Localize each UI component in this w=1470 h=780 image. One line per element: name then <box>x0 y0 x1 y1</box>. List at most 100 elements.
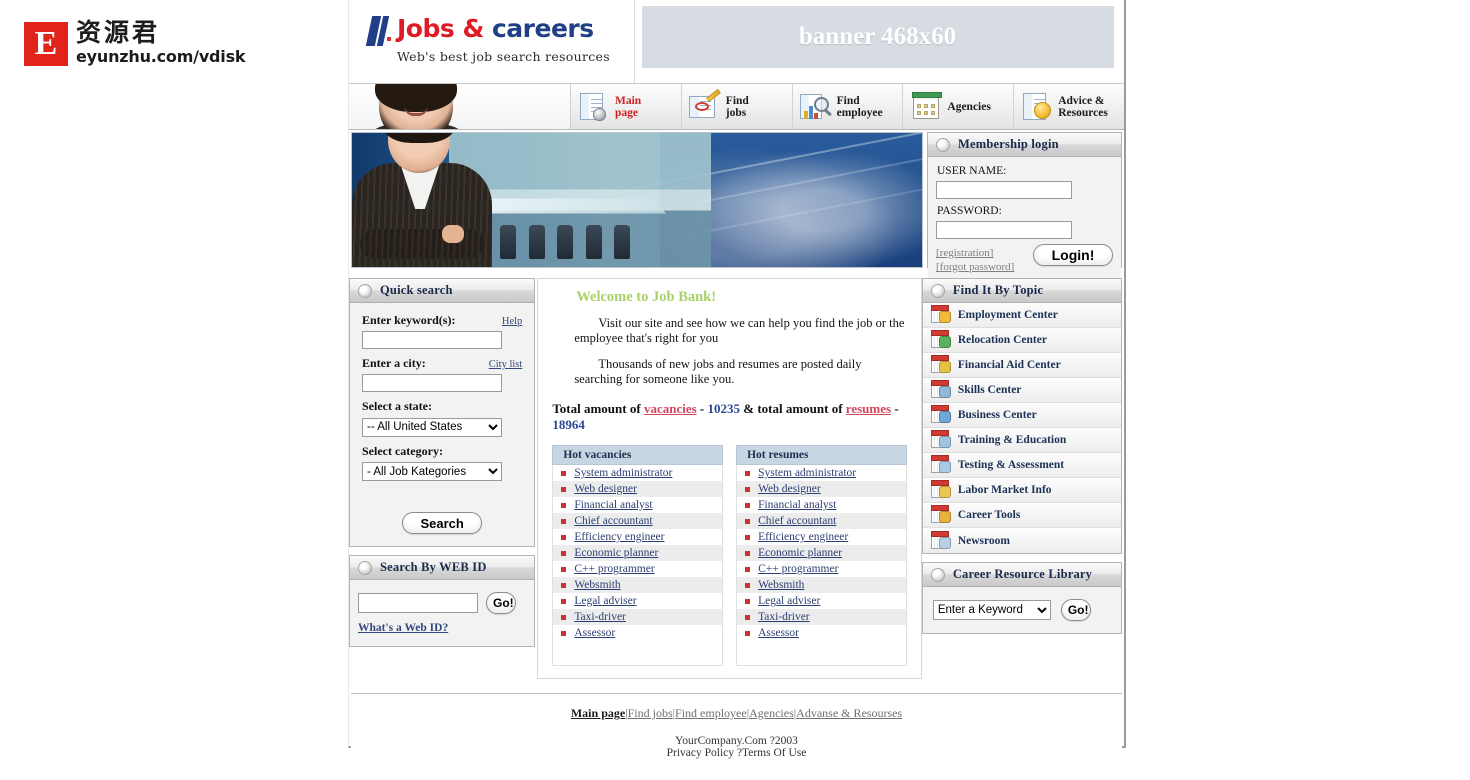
web-id-title: Search By WEB ID <box>380 560 487 574</box>
hot-vacancy-item-label: Financial analyst <box>574 499 653 511</box>
hot-vacancy-item[interactable]: Economic planner <box>553 545 723 561</box>
hot-vacancy-item[interactable]: Efficiency engineer <box>553 529 722 545</box>
topic-item-label: Training & Education <box>957 434 1067 446</box>
vacancies-count: 10235 <box>707 401 741 416</box>
nav-item-main-page[interactable]: Main page <box>571 84 682 129</box>
topic-item-newsroom[interactable]: Newsroom <box>922 528 1122 553</box>
topic-item-labor-market-info[interactable]: Labor Market Info <box>922 478 1122 503</box>
hot-vacancy-item[interactable]: Legal adviser <box>553 593 722 609</box>
login-panel-body: USER NAME: PASSWORD: [registration] [for… <box>928 157 1121 282</box>
bullet-icon <box>745 470 751 476</box>
bullet-icon <box>561 470 567 476</box>
topic-item-business-center[interactable]: Business Center <box>922 403 1122 428</box>
city-list-link[interactable]: City list <box>489 359 523 370</box>
keyword-input[interactable] <box>362 331 502 349</box>
web-id-go-button[interactable]: Go! <box>486 592 516 614</box>
bullet-icon <box>561 486 567 492</box>
hot-resume-item[interactable]: Economic planner <box>737 545 906 561</box>
nav-item-find-jobs[interactable]: Find jobs <box>682 84 793 129</box>
hot-vacancy-item[interactable]: Taxi-driver <box>553 609 723 625</box>
topic-item-label: Career Tools <box>957 509 1021 521</box>
hot-resume-item[interactable]: Efficiency engineer <box>737 529 906 545</box>
login-button[interactable]: Login! <box>1033 244 1113 266</box>
hot-vacancy-item[interactable]: Assessor <box>553 625 722 641</box>
topic-item-relocation-center[interactable]: Relocation Center <box>922 328 1122 353</box>
find-by-topic-panel: Find It By Topic Employment Center Reloca… <box>921 278 1123 554</box>
hot-vacancy-item[interactable]: Websmith <box>553 577 723 593</box>
forgot-password-link[interactable]: [forgot password] <box>936 260 1014 274</box>
nav-item-find-jobs-label: Find jobs <box>726 95 749 119</box>
hot-vacancy-item[interactable]: System administrator <box>553 465 722 481</box>
hot-resume-item[interactable]: Chief accountant <box>737 513 906 529</box>
hot-vacancies-header: Hot vacancies <box>552 445 724 465</box>
nav-item-advice-resources[interactable]: Advice & Resources <box>1014 84 1124 129</box>
registration-link[interactable]: [registration] <box>936 246 1014 260</box>
bullet-icon <box>561 598 567 604</box>
vacancies-link[interactable]: vacancies <box>644 401 697 416</box>
hot-vacancy-item-label: Economic planner <box>574 547 659 559</box>
nav-item-find-employee[interactable]: Find employee <box>793 84 904 129</box>
footer-link-agencies[interactable]: Agencies <box>749 706 794 720</box>
username-label: USER NAME: <box>937 165 1007 177</box>
topic-item-employment-center[interactable]: Employment Center <box>922 303 1122 328</box>
resumes-link[interactable]: resumes <box>846 401 891 416</box>
what-is-web-id-link[interactable]: What's a Web ID? <box>358 622 448 634</box>
document-badge-icon <box>1020 91 1054 123</box>
site-header: Jobs & careers Web's best job search res… <box>349 0 1124 84</box>
nav-portrait-image <box>349 84 571 129</box>
topic-item-skills-center[interactable]: Skills Center <box>922 378 1122 403</box>
hot-resume-item[interactable]: System administrator <box>737 465 906 481</box>
city-input[interactable] <box>362 374 502 392</box>
state-select[interactable]: -- All United States <box>362 417 502 437</box>
topic-item-financial-aid-center[interactable]: Financial Aid Center <box>922 353 1122 378</box>
hot-resume-item[interactable]: Financial analyst <box>737 497 906 513</box>
hot-resume-item[interactable]: Taxi-driver <box>737 609 906 625</box>
hot-resume-item[interactable]: Assessor <box>737 625 906 641</box>
banner-cell: banner 468x60 <box>635 0 1124 83</box>
watermark-badge: E <box>24 22 68 66</box>
bullet-icon <box>745 486 751 492</box>
hot-resume-item[interactable]: Web designer <box>737 481 906 497</box>
footer-link-find-employee[interactable]: Find employee <box>675 706 747 720</box>
topic-folder-icon <box>929 355 951 375</box>
help-link[interactable]: Help <box>502 316 522 327</box>
topic-item-career-tools[interactable]: Career Tools <box>922 503 1122 528</box>
watermark-text: 资源君 eyunzhu.com/vdisk <box>76 18 246 65</box>
bullet-icon <box>561 614 567 620</box>
hot-resume-item-label: Legal adviser <box>758 595 821 607</box>
search-button[interactable]: Search <box>402 512 483 534</box>
ad-banner[interactable]: banner 468x60 <box>641 6 1114 68</box>
nav-item-agencies[interactable]: Agencies <box>903 84 1015 129</box>
hot-resume-item[interactable]: Websmith <box>737 577 906 593</box>
hero-image <box>351 132 923 268</box>
watermark-chinese-text: 资源君 <box>76 18 161 47</box>
password-input[interactable] <box>936 221 1072 239</box>
bullet-icon <box>561 630 567 636</box>
keyword-label: Enter keyword(s): <box>362 313 456 327</box>
hot-vacancy-item[interactable]: Web designer <box>553 481 723 497</box>
hot-vacancy-item[interactable]: C++ programmer <box>553 561 722 577</box>
site-logo[interactable]: Jobs & careers <box>397 16 594 42</box>
footer-link-advanse-resourses[interactable]: Advanse & Resourses <box>796 706 902 720</box>
hot-resume-item-label: System administrator <box>758 467 857 479</box>
category-select[interactable]: - All Job Kategories <box>362 462 502 481</box>
footer-link-find-jobs[interactable]: Find jobs <box>628 706 673 720</box>
hot-vacancy-item[interactable]: Chief accountant <box>553 513 723 529</box>
bullet-icon <box>561 566 567 572</box>
topic-item-label: Labor Market Info <box>957 484 1052 496</box>
username-input[interactable] <box>936 181 1072 199</box>
web-id-input[interactable] <box>358 593 478 613</box>
hot-resume-item[interactable]: Legal adviser <box>737 593 906 609</box>
footer-copyright-block: YourCompany.Com ?2003 Privacy Policy ?Te… <box>351 735 1122 759</box>
topic-item-testing-assessment[interactable]: Testing & Assessment <box>922 453 1122 478</box>
topic-folder-icon <box>929 430 951 450</box>
career-library-select[interactable]: Enter a Keyword <box>932 600 1051 620</box>
footer-link-main-page[interactable]: Main page <box>571 706 625 720</box>
career-library-go-button[interactable]: Go! <box>1060 599 1091 621</box>
nav-label-line2: jobs <box>725 106 747 119</box>
welcome-paragraph-1: Visit our site and see how we can help y… <box>574 316 905 345</box>
hot-resume-item[interactable]: C++ programmer <box>737 561 906 577</box>
nav-item-advice-resources-label: Advice & Resources <box>1058 95 1108 119</box>
hot-vacancy-item[interactable]: Financial analyst <box>553 497 722 513</box>
topic-item-training-education[interactable]: Training & Education <box>922 428 1122 453</box>
